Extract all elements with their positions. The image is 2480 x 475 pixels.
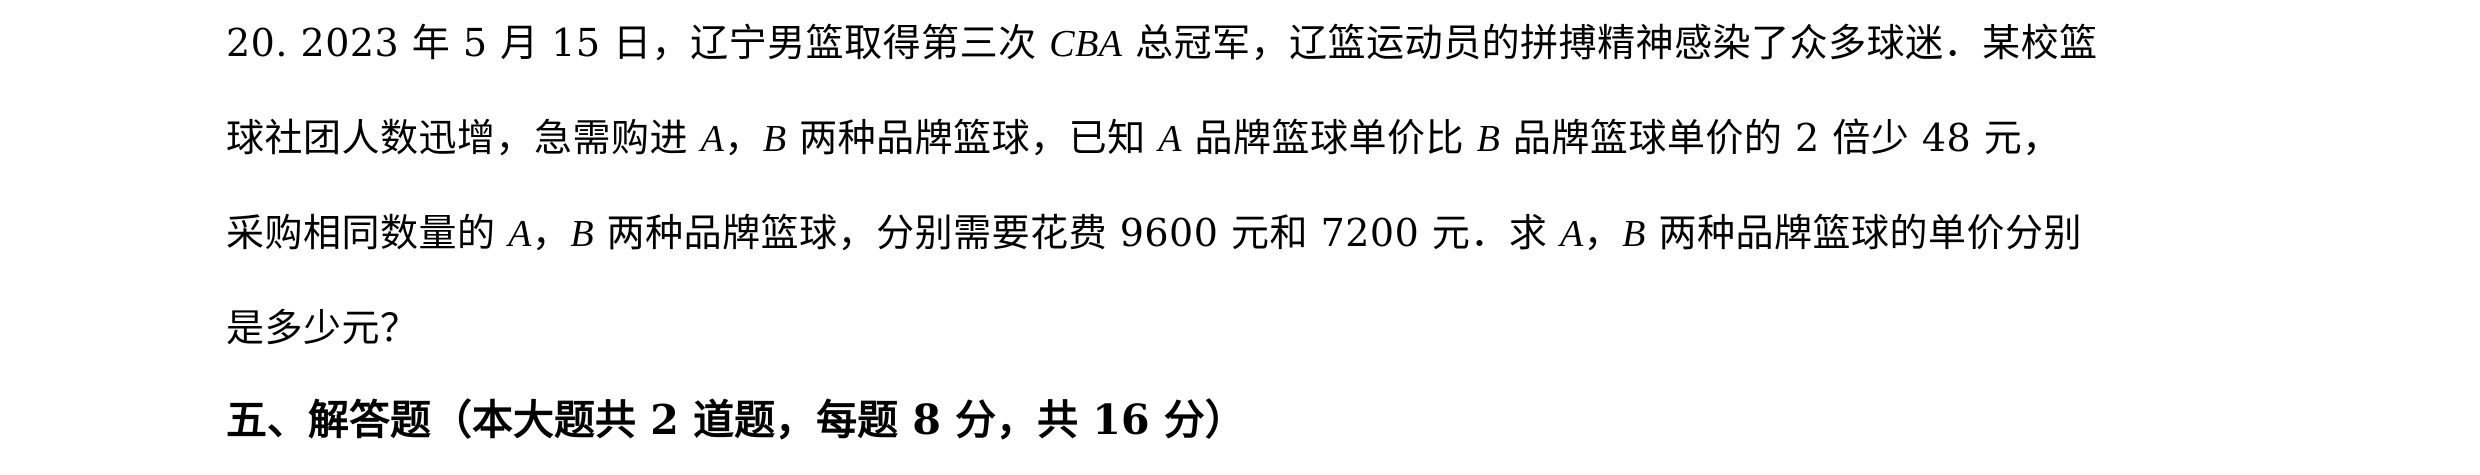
problem-text-segment: 是多少元？ [226,306,419,350]
problem-text-segment: ， [724,116,763,160]
problem-text-segment: 采购相同数量的 [226,211,509,255]
problem-20-line-4: 是多少元？ [226,305,419,351]
problem-text-segment: 球社团人数迅增，急需购进 [226,116,701,160]
problem-text-segment: 总冠军，辽篮运动员的拼搏精神感染了众多球迷．某校篮 [1122,21,2098,65]
document-page: 20. 2023 年 5 月 15 日，辽宁男篮取得第三次 CBA 总冠军，辽篮… [0,0,2480,475]
math-variable-cba: CBA [1049,23,1123,65]
problem-text-segment: ， [1583,211,1623,255]
math-variable-b: B [762,118,787,160]
section-heading: 五、解答题（本大题共 2 道题，每题 8 分，共 16 分） [226,396,1246,444]
problem-20-line-2: 球社团人数迅增，急需购进 A，B 两种品牌篮球，已知 A 品牌篮球单价比 B 品… [226,115,2061,162]
math-variable-a: A [508,213,532,255]
math-variable-b: B [570,213,595,255]
problem-text-segment: 两种品牌篮球，分别需要花费 9600 元和 7200 元．求 [594,211,1560,255]
math-variable-b: B [1622,213,1646,255]
problem-text-segment: 两种品牌篮球，已知 [786,116,1159,160]
problem-text-segment: ， [531,211,571,255]
math-variable-a: A [1559,213,1584,255]
problem-text-segment: 20. 2023 年 5 月 15 日，辽宁男篮取得第三次 [226,21,1050,65]
math-variable-a: A [700,118,725,160]
math-variable-b: B [1476,118,1501,160]
problem-20-line-3: 采购相同数量的 A，B 两种品牌篮球，分别需要花费 9600 元和 7200 元… [226,210,2082,257]
problem-20-line-1: 20. 2023 年 5 月 15 日，辽宁男篮取得第三次 CBA 总冠军，辽篮… [226,20,2098,67]
math-variable-a: A [1158,118,1182,160]
problem-text-segment: 两种品牌篮球的单价分别 [1645,211,2082,255]
problem-text-segment: 品牌篮球单价比 [1181,116,1477,160]
problem-text-segment: 品牌篮球单价的 2 倍少 48 元， [1500,116,2061,160]
